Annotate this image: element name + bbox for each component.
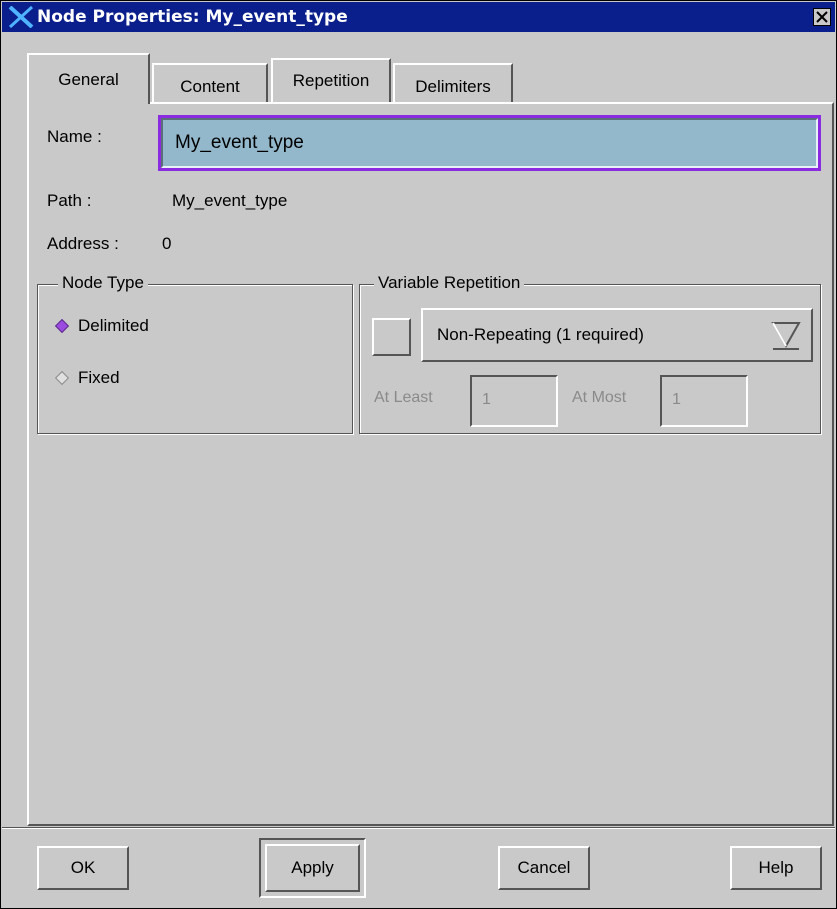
at-most-value: 1 (672, 391, 681, 408)
repetition-dropdown[interactable]: Non-Repeating (1 required) (421, 308, 813, 362)
cancel-button[interactable]: Cancel (498, 846, 590, 890)
at-most-field[interactable]: 1 (660, 375, 748, 427)
fixed-label: Fixed (78, 368, 120, 387)
at-least-value: 1 (482, 391, 491, 408)
tab-content[interactable]: Content (152, 63, 268, 102)
tab-content-label: Content (180, 76, 240, 96)
apply-button-label: Apply (291, 858, 334, 877)
name-label: Name : (47, 127, 102, 146)
at-least-field[interactable]: 1 (470, 375, 558, 427)
repetition-toggle[interactable] (372, 318, 411, 356)
ok-button[interactable]: OK (37, 846, 129, 890)
radio-selected-icon (54, 318, 70, 334)
help-button[interactable]: Help (730, 846, 822, 890)
tab-delimiters-label: Delimiters (415, 76, 491, 96)
address-value: 0 (162, 234, 172, 253)
tab-general-label: General (58, 69, 119, 89)
path-label: Path : (47, 191, 92, 210)
help-button-label: Help (758, 858, 794, 877)
ok-button-label: OK (70, 858, 96, 877)
address-label: Address : (47, 234, 119, 253)
chevron-down-icon (771, 322, 801, 350)
path-value[interactable]: My_event_type (172, 191, 287, 211)
tab-delimiters[interactable]: Delimiters (393, 63, 513, 102)
node-type-group: Node Type (37, 273, 353, 434)
name-input[interactable] (161, 118, 818, 168)
close-icon[interactable] (813, 8, 831, 26)
tab-repetition[interactable]: Repetition (271, 58, 391, 102)
tab-repetition-label: Repetition (292, 71, 370, 90)
x-logo-icon (8, 6, 34, 28)
delimited-label: Delimited (78, 316, 149, 335)
variable-repetition-title: Variable Repetition (374, 273, 525, 293)
repetition-dropdown-value: Non-Repeating (1 required) (437, 325, 644, 344)
tab-general[interactable]: General (27, 53, 150, 104)
node-type-title: Node Type (58, 273, 148, 293)
apply-button[interactable]: Apply (265, 844, 360, 892)
node-properties-dialog: Node Properties: My_event_type General C… (0, 0, 837, 909)
window-title: Node Properties: My_event_type (37, 7, 348, 27)
at-least-label: At Least (374, 389, 433, 406)
general-tab-panel (27, 102, 834, 826)
cancel-button-label: Cancel (517, 858, 571, 877)
name-field[interactable] (158, 115, 821, 171)
button-separator (2, 827, 835, 829)
at-most-label: At Most (572, 389, 627, 406)
fixed-radio[interactable]: Fixed (54, 368, 120, 388)
delimited-radio[interactable]: Delimited (54, 316, 149, 336)
title-bar[interactable]: Node Properties: My_event_type (2, 2, 835, 32)
radio-unselected-icon (54, 370, 70, 386)
